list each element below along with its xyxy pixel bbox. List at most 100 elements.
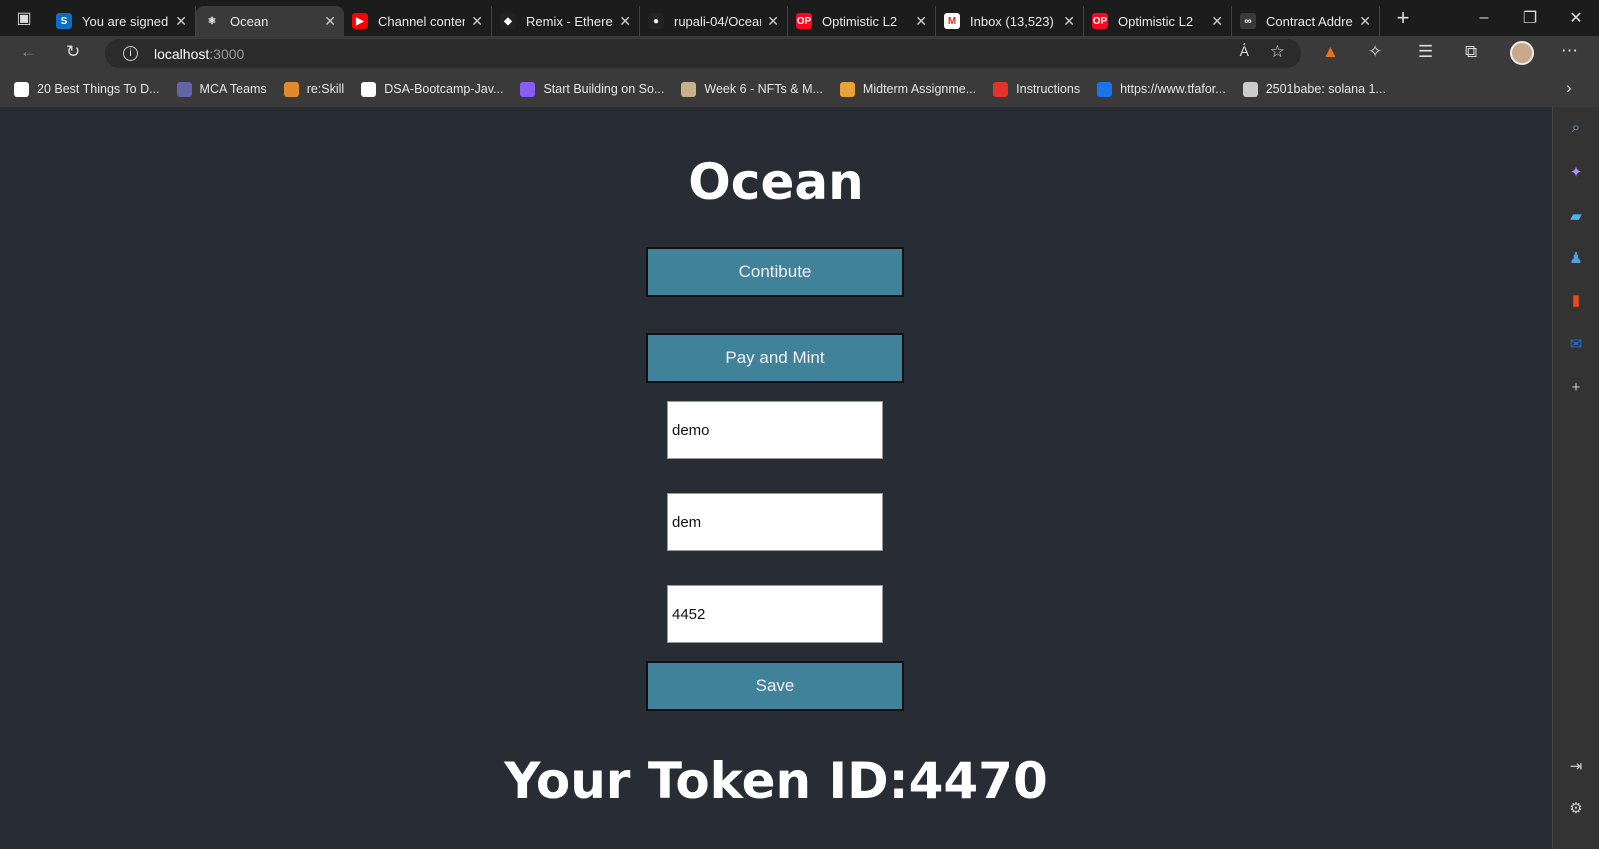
tab-close-icon[interactable]: ✕ [1359,13,1371,30]
tab-close-icon[interactable]: ✕ [175,13,187,30]
name-input[interactable] [667,401,883,459]
bookmark-favicon-icon [283,81,299,97]
avatar[interactable] [1510,41,1534,65]
search-icon[interactable]: ⌕ [1567,119,1585,137]
tab-close-icon[interactable]: ✕ [767,13,779,30]
url-input[interactable]: i localhost:3000 A᷾ ☆ [105,39,1301,68]
tab-close-icon[interactable]: ✕ [619,13,631,30]
tab-favicon-icon: OP [1092,13,1108,29]
bookmark-favicon-icon [176,81,192,97]
symbol-input[interactable] [667,493,883,551]
sidebar-hide-icon[interactable]: ⇥ [1567,757,1585,775]
refresh-icon[interactable]: ↻ [66,42,80,62]
url-port: :3000 [209,45,245,62]
tab-favicon-icon: S [56,13,72,29]
metamask-icon[interactable]: ▲ [1322,42,1339,62]
tab-close-icon[interactable]: ✕ [324,13,336,30]
tab-close-icon[interactable]: ✕ [1211,13,1223,30]
pay-and-mint-button[interactable]: Pay and Mint [646,333,904,383]
new-tab-button[interactable]: + [1380,5,1426,31]
tab-title: Ocean [230,13,269,29]
edge-sidebar: ⌕ ✦ ▰ ♟ ▮ ✉ + ⇥ ⚙ [1552,107,1599,849]
bookmarks-more-icon[interactable]: › [1566,78,1572,98]
tab-title: rupali-04/Ocean [674,13,762,29]
tab-6[interactable]: M Inbox (13,523) ✕ [936,6,1084,36]
bookmarks-bar: 20 Best Things To D... MCA Teams re:Skill D… [0,71,1599,107]
bookmark-item[interactable]: https://www.tfafor... [1097,81,1226,97]
url-host: localhost [154,45,210,62]
tab-8[interactable]: ∞ Contract Address ✕ [1232,6,1380,36]
tab-0[interactable]: S You are signed ✕ [48,6,196,36]
bookmark-label: re:Skill [306,82,345,96]
settings-icon[interactable]: ⚙ [1567,799,1585,817]
tab-favicon-icon: OP [796,13,812,29]
bookmark-label: 20 Best Things To D... [37,82,160,96]
info-icon[interactable]: i [123,46,138,61]
tab-title: You are signed [82,13,169,29]
tab-close-icon[interactable]: ✕ [471,13,483,30]
bookmark-item[interactable]: re:Skill [283,81,345,97]
back-icon[interactable]: ← [20,42,37,62]
extensions-icon[interactable]: ✧ [1368,42,1382,62]
bookmark-item[interactable]: Start Building on So... [520,81,665,97]
tab-favicon-icon: ◆ [500,13,516,29]
bookmark-label: MCA Teams [199,82,267,96]
bookmark-favicon-icon [681,81,697,97]
minimize-button[interactable]: – [1461,9,1507,27]
tab-title: Optimistic L2 [822,13,898,29]
tab-title: Optimistic L2 [1118,13,1194,29]
tab-4[interactable]: ● rupali-04/Ocean ✕ [640,6,788,36]
read-aloud-icon[interactable]: A᷾ [1240,43,1249,59]
bookmark-label: https://www.tfafor... [1120,82,1226,96]
tab-close-icon[interactable]: ✕ [915,13,927,30]
games-icon[interactable]: ♟ [1567,249,1585,267]
token-id-input[interactable] [667,585,883,643]
office-icon[interactable]: ▮ [1567,291,1585,309]
favorite-icon[interactable]: ☆ [1270,42,1285,62]
outlook-icon[interactable]: ✉ [1567,335,1585,353]
bookmark-item[interactable]: MCA Teams [176,81,267,97]
tab-3[interactable]: ◆ Remix - Ethereum ✕ [492,6,640,36]
tab-favicon-icon: ⚛ [204,13,220,29]
tab-favicon-icon: ∞ [1240,13,1256,29]
copilot-icon[interactable]: ✦ [1567,163,1585,181]
bookmark-label: Midterm Assignme... [862,82,977,96]
save-button[interactable]: Save [646,661,904,711]
tab-2[interactable]: ▶ Channel content ✕ [344,6,492,36]
tab-title: Remix - Ethereum [526,13,613,29]
bookmark-item[interactable]: 2501babe: solana 1... [1242,81,1386,97]
add-icon[interactable]: + [1567,379,1585,397]
bookmark-favicon-icon [361,81,377,97]
bookmark-item[interactable]: 20 Best Things To D... [14,81,160,97]
restore-button[interactable]: ❐ [1507,8,1553,28]
contribute-button[interactable]: Contibute [646,247,904,297]
bookmark-item[interactable]: Week 6 - NFTs & M... [681,81,823,97]
bookmark-item[interactable]: Midterm Assignme... [839,81,977,97]
page-title: Ocean [688,153,864,211]
bookmark-favicon-icon [14,81,29,97]
tab-5[interactable]: OP Optimistic L2 ✕ [788,6,936,36]
tab-1[interactable]: ⚛ Ocean ✕ [196,6,344,36]
address-bar-row: ← ↻ i localhost:3000 A᷾ ☆ ▲ ✧ ☰ ⧉ ⋯ [0,36,1599,71]
close-window-button[interactable]: ✕ [1553,8,1599,28]
tab-bar: ▣ S You are signed ✕ ⚛ Ocean ✕ ▶ Channel conten… [0,0,1599,36]
bookmark-favicon-icon [839,81,855,97]
tab-favicon-icon: ● [648,13,664,29]
favorites-icon[interactable]: ☰ [1418,42,1433,62]
tab-close-icon[interactable]: ✕ [1063,13,1075,30]
bookmark-label: Start Building on So... [543,82,665,96]
tab-title: Inbox (13,523) [970,13,1054,29]
bookmark-label: DSA-Bootcamp-Jav... [384,82,504,96]
bookmark-favicon-icon [520,81,536,97]
tab-7[interactable]: OP Optimistic L2 ✕ [1084,6,1232,36]
tab-actions-icon[interactable]: ▣ [0,8,48,28]
bookmark-label: 2501babe: solana 1... [1265,82,1386,96]
tools-icon[interactable]: ▰ [1567,207,1585,225]
bookmark-item[interactable]: Instructions [993,81,1080,97]
collections-icon[interactable]: ⧉ [1465,42,1477,62]
more-icon[interactable]: ⋯ [1561,41,1578,61]
bookmark-favicon-icon [1242,81,1258,97]
token-id-display: Your Token ID:4470 [504,752,1048,810]
bookmark-item[interactable]: DSA-Bootcamp-Jav... [361,81,504,97]
tab-title: Channel content [378,13,466,29]
